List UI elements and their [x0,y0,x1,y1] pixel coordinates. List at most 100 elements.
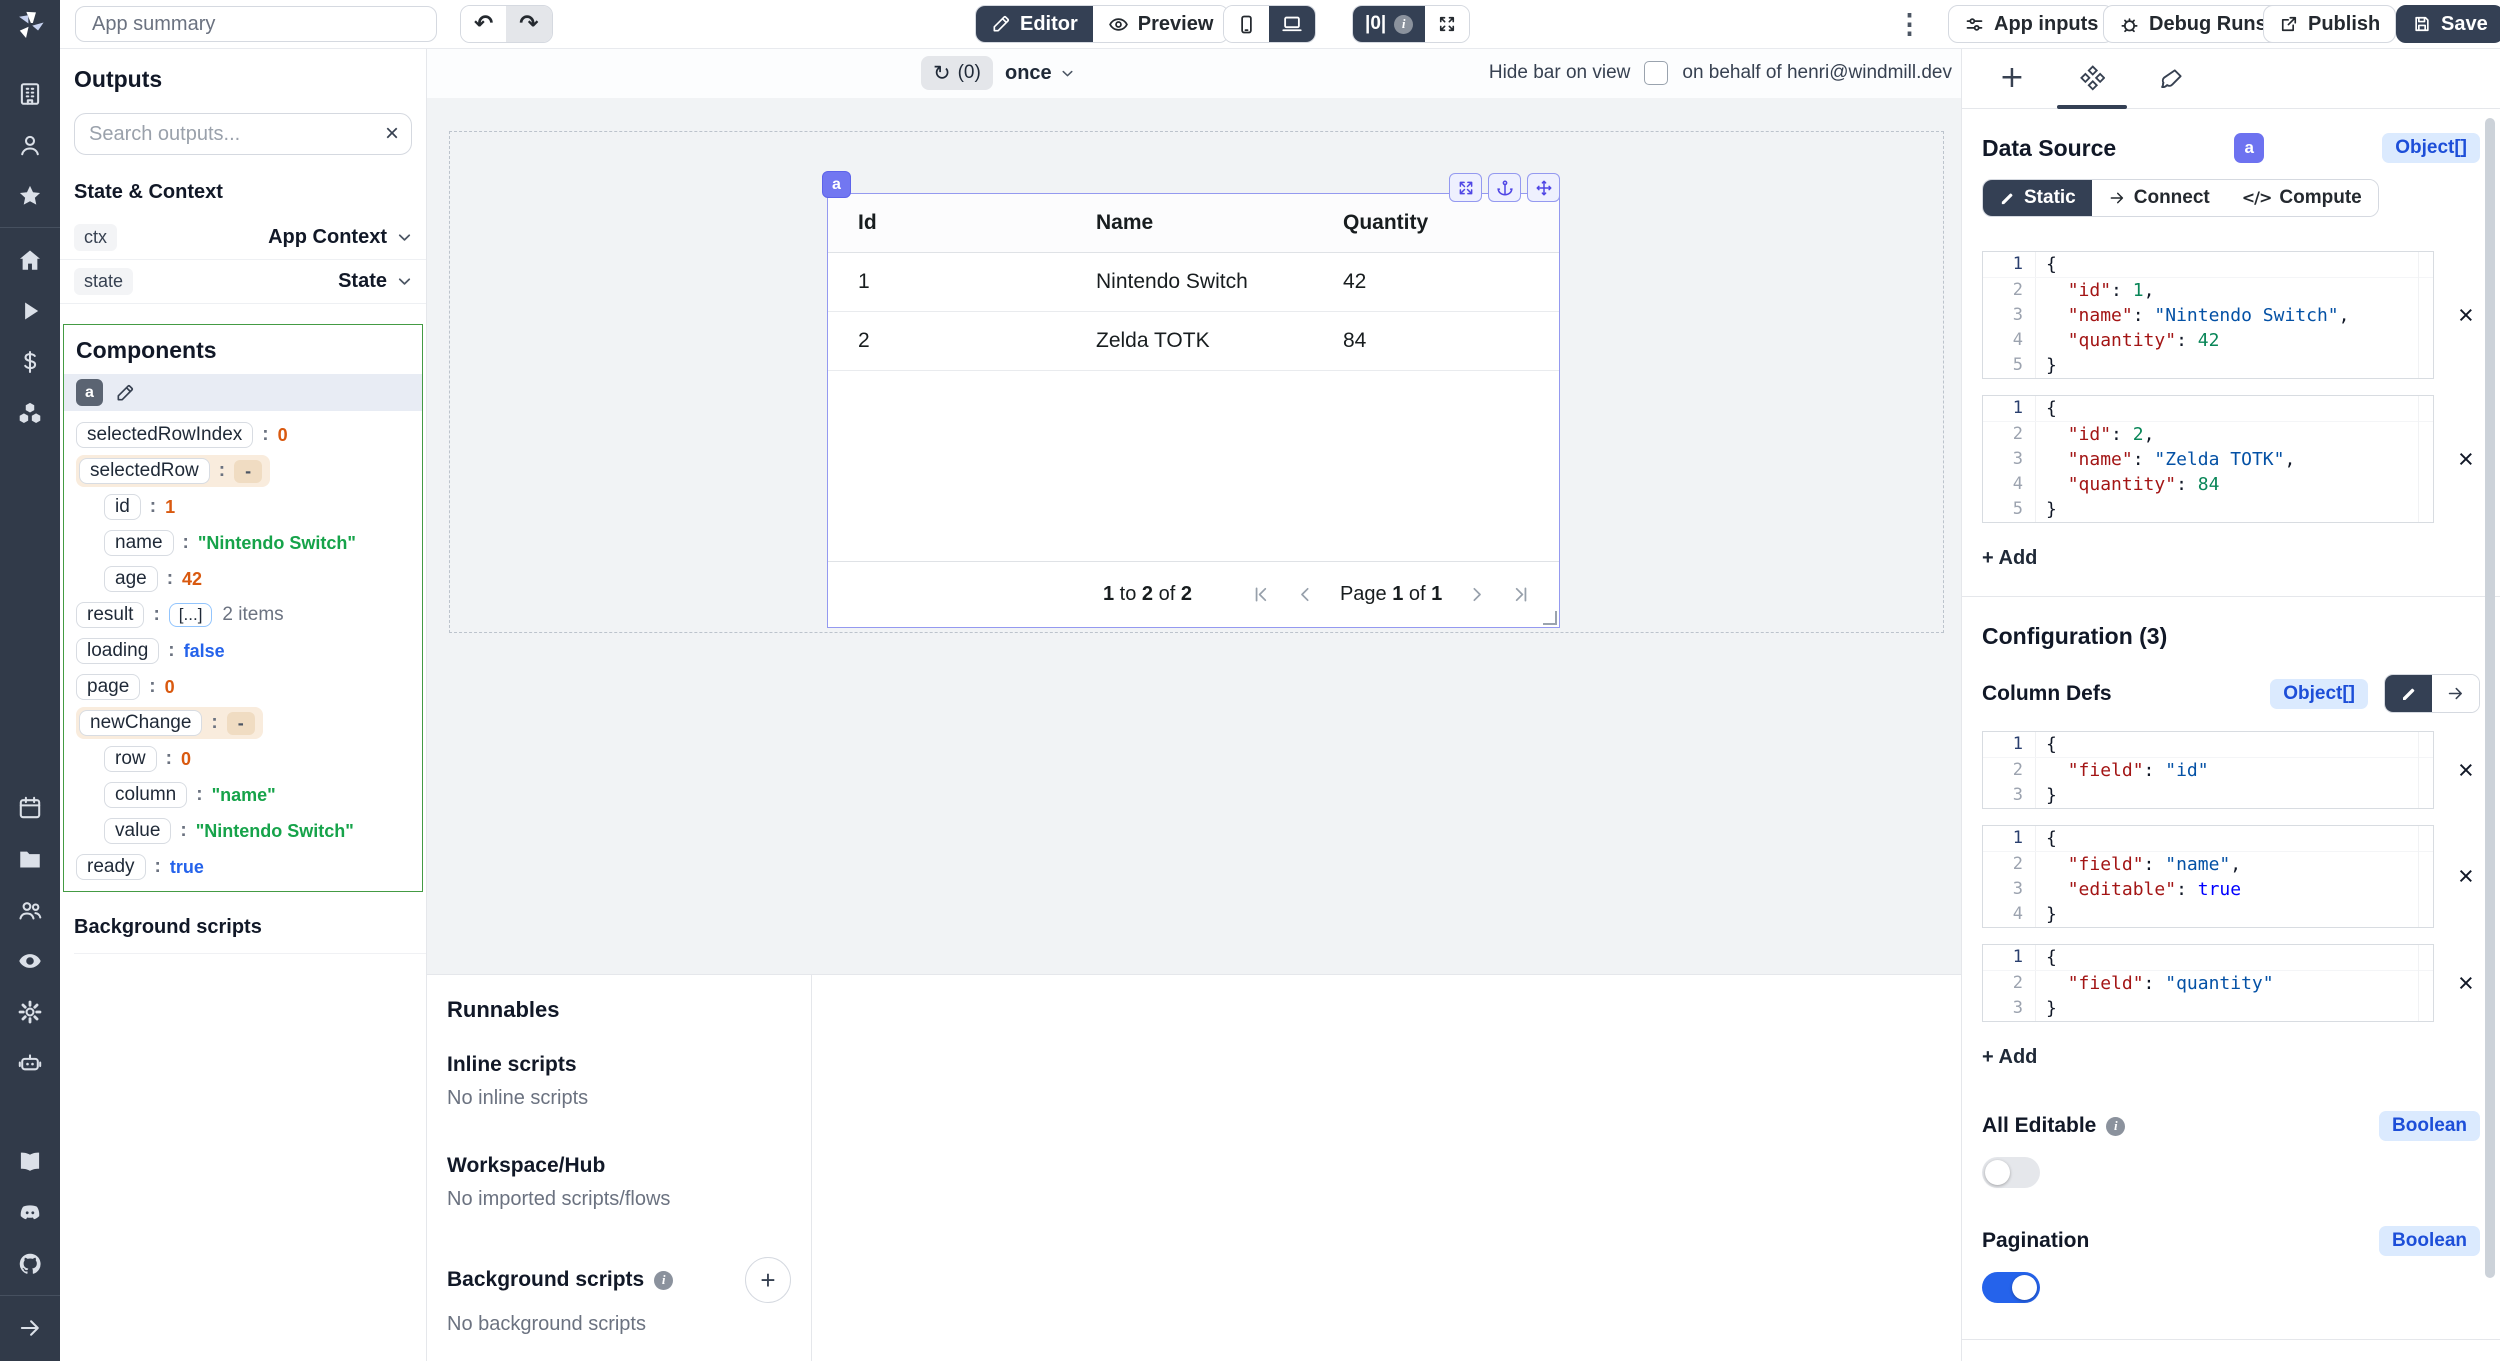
remove-column-def-button-0[interactable]: × [2458,757,2474,784]
save-button[interactable]: Save [2396,5,2500,43]
output-row-selectedRow[interactable]: selectedRow:- [64,453,422,489]
sidebar-item-cubes[interactable] [0,387,60,438]
object-type-badge[interactable]: Object[] [2270,679,2368,709]
fullscreen-button[interactable] [1425,6,1469,42]
output-row-age[interactable]: age:42 [64,561,422,597]
debug-outputs-button[interactable]: |0| i [1353,6,1425,42]
column-header-name[interactable]: Name [1096,211,1343,235]
prev-page-button[interactable] [1295,584,1316,605]
output-row-row[interactable]: row:0 [64,741,422,777]
table-cell[interactable]: 1 [828,270,1096,294]
output-key[interactable]: newChange [79,710,202,736]
column-header-quantity[interactable]: Quantity [1343,211,1559,235]
boolean-type-badge[interactable]: Boolean [2379,1111,2480,1141]
table-cell[interactable]: Zelda TOTK [1096,329,1343,353]
theme-tab[interactable] [2132,48,2212,108]
remove-data-source-button-0[interactable]: × [2458,302,2474,329]
component-settings-tab[interactable] [2052,48,2132,108]
output-row-name[interactable]: name:"Nintendo Switch" [64,525,422,561]
data-source-editor-1[interactable]: 1{2 "id": 2,3 "name": "Zelda TOTK",4 "qu… [1982,395,2434,523]
data-source-editor-0[interactable]: 1{2 "id": 1,3 "name": "Nintendo Switch",… [1982,251,2434,379]
insert-component-tab[interactable]: + [1972,48,2052,108]
column-def-editor-0[interactable]: 1{2 "field": "id"3} [1982,731,2434,809]
connect-mode-button[interactable] [2432,675,2479,712]
output-key[interactable]: selectedRowIndex [76,422,253,448]
output-row-page[interactable]: page:0 [64,669,422,705]
sidebar-item-eye[interactable] [0,935,60,986]
add-background-script-button[interactable]: + [745,1257,791,1303]
sidebar-item-dollar[interactable] [0,336,60,387]
pagination-toggle[interactable] [1982,1272,2040,1303]
first-page-button[interactable] [1250,584,1271,605]
output-key[interactable]: column [104,782,187,808]
edit-mode-button[interactable] [2385,675,2432,712]
edit-id-pencil-icon[interactable] [115,383,135,403]
output-row-column[interactable]: column:"name" [64,777,422,813]
output-key[interactable]: age [104,566,158,592]
add-data-row-button[interactable]: + Add [1982,547,2037,570]
sidebar-item-book[interactable] [0,1136,60,1187]
output-key[interactable]: page [76,674,140,700]
app-canvas[interactable]: a Id Name Quantity 1Nintendo Switch422Ze… [427,98,1961,974]
app-inputs-button[interactable]: App inputs [1948,5,2114,43]
column-def-editor-1[interactable]: 1{2 "field": "name",3 "editable": true4} [1982,825,2434,928]
output-row-result[interactable]: result:[...]2 items [64,597,422,633]
sidebar-item-robot[interactable] [0,1037,60,1088]
remove-column-def-button-1[interactable]: × [2458,863,2474,890]
output-key[interactable]: ready [76,854,146,880]
output-row-selectedRowIndex[interactable]: selectedRowIndex:0 [64,417,422,453]
preview-tab[interactable]: Preview [1093,6,1229,42]
output-row-loading[interactable]: loading:false [64,633,422,669]
aggrid-component[interactable]: a Id Name Quantity 1Nintendo Switch422Ze… [827,193,1560,628]
sidebar-item-discord[interactable] [0,1187,60,1238]
sidebar-item-folder[interactable] [0,833,60,884]
output-key[interactable]: id [104,494,141,520]
sidebar-item-star[interactable] [0,170,60,221]
resize-handle[interactable] [1543,611,1557,625]
output-key[interactable]: loading [76,638,159,664]
app-summary-input[interactable] [75,6,437,42]
undo-button[interactable]: ↶ [461,6,506,42]
debug-runs-button[interactable]: Debug Runs [2103,5,2283,43]
table-cell[interactable]: Nintendo Switch [1096,270,1343,294]
table-cell[interactable]: 84 [1343,329,1559,353]
refresh-button[interactable]: ↻ (0) [921,56,993,90]
sidebar-item-calendar[interactable] [0,782,60,833]
anchor-component-button[interactable] [1488,173,1521,202]
output-row-newChange[interactable]: newChange:- [64,705,422,741]
next-page-button[interactable] [1466,584,1487,605]
static-tab[interactable]: Static [1983,180,2092,216]
sidebar-item-users[interactable] [0,884,60,935]
remove-data-source-button-1[interactable]: × [2458,446,2474,473]
output-key[interactable]: selectedRow [79,458,210,484]
sidebar-item-user[interactable] [0,119,60,170]
sidebar-item-arrow-right[interactable] [0,1302,60,1353]
context-row-state[interactable]: stateState [60,260,426,304]
table-row[interactable]: 1Nintendo Switch42 [828,253,1559,312]
desktop-view-button[interactable] [1269,6,1315,42]
output-value[interactable]: [...] [169,603,213,627]
output-key[interactable]: row [104,746,157,772]
windmill-logo[interactable] [13,8,47,42]
add-column-def-button[interactable]: + Add [1982,1046,2037,1069]
expand-component-button[interactable] [1449,173,1482,202]
component-header[interactable]: a AgGrid Table [64,374,422,411]
component-canvas-badge[interactable]: a [822,171,851,198]
boolean-type-badge[interactable]: Boolean [2379,1226,2480,1256]
last-page-button[interactable] [1511,584,1532,605]
editor-tab[interactable]: Editor [976,6,1093,42]
publish-button[interactable]: Publish [2263,5,2396,43]
sidebar-item-gear[interactable] [0,986,60,1037]
sidebar-item-home[interactable] [0,234,60,285]
remove-column-def-button-2[interactable]: × [2458,970,2474,997]
more-menu-button[interactable]: ⋮ [1896,9,1923,40]
table-cell[interactable]: 42 [1343,270,1559,294]
move-component-button[interactable] [1527,173,1560,202]
column-def-editor-2[interactable]: 1{2 "field": "quantity"3} [1982,944,2434,1022]
sidebar-item-github[interactable] [0,1238,60,1289]
output-row-id[interactable]: id:1 [64,489,422,525]
output-row-value[interactable]: value:"Nintendo Switch" [64,813,422,849]
search-outputs-input[interactable] [87,122,385,147]
sidebar-item-play[interactable] [0,285,60,336]
output-row-ready[interactable]: ready:true [64,849,422,885]
